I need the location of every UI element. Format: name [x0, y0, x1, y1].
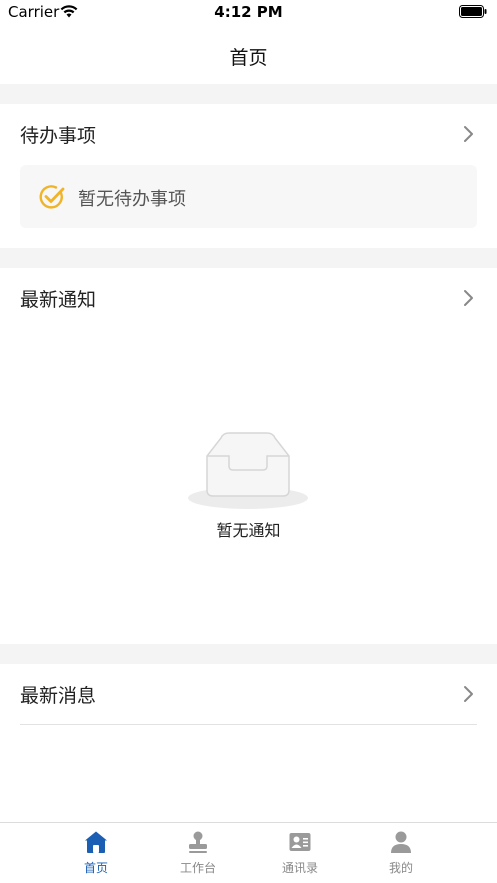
contact-card-icon — [289, 833, 311, 851]
tab-mine[interactable]: 我的 — [339, 823, 463, 883]
notices-empty-text: 暂无通知 — [216, 521, 281, 540]
chevron-right-icon — [464, 126, 473, 142]
messages-header[interactable]: 最新消息 — [0, 664, 497, 724]
section-gap — [0, 644, 497, 664]
todo-empty-card: 暂无待办事项 — [20, 165, 477, 228]
battery-icon — [459, 5, 487, 18]
clock: 4:12 PM — [214, 3, 283, 21]
chevron-right-icon — [464, 686, 473, 702]
messages-title: 最新消息 — [20, 685, 97, 707]
notices-title: 最新通知 — [20, 289, 97, 311]
page-title: 首页 — [229, 47, 268, 69]
section-gap — [0, 248, 497, 268]
check-circle-icon — [39, 185, 65, 209]
home-icon — [85, 831, 107, 853]
person-icon — [391, 831, 411, 853]
notices-header[interactable]: 最新通知 — [0, 268, 497, 328]
stamp-icon — [189, 831, 207, 853]
todo-empty-text: 暂无待办事项 — [78, 189, 186, 210]
status-bar: Carrier 4:12 PM — [0, 0, 497, 26]
todo-header[interactable]: 待办事项 — [0, 104, 497, 164]
empty-inbox-icon — [188, 432, 308, 509]
tab-bar: 首页 工作台 通讯录 我的 — [0, 822, 497, 883]
section-gap — [0, 84, 497, 104]
navigation-bar: 首页 — [0, 26, 497, 84]
tab-mine-label: 我的 — [388, 861, 413, 875]
notices-empty-state: 暂无通知 — [0, 328, 497, 644]
todo-title: 待办事项 — [20, 125, 97, 147]
divider — [20, 724, 477, 725]
chevron-right-icon — [464, 290, 473, 306]
